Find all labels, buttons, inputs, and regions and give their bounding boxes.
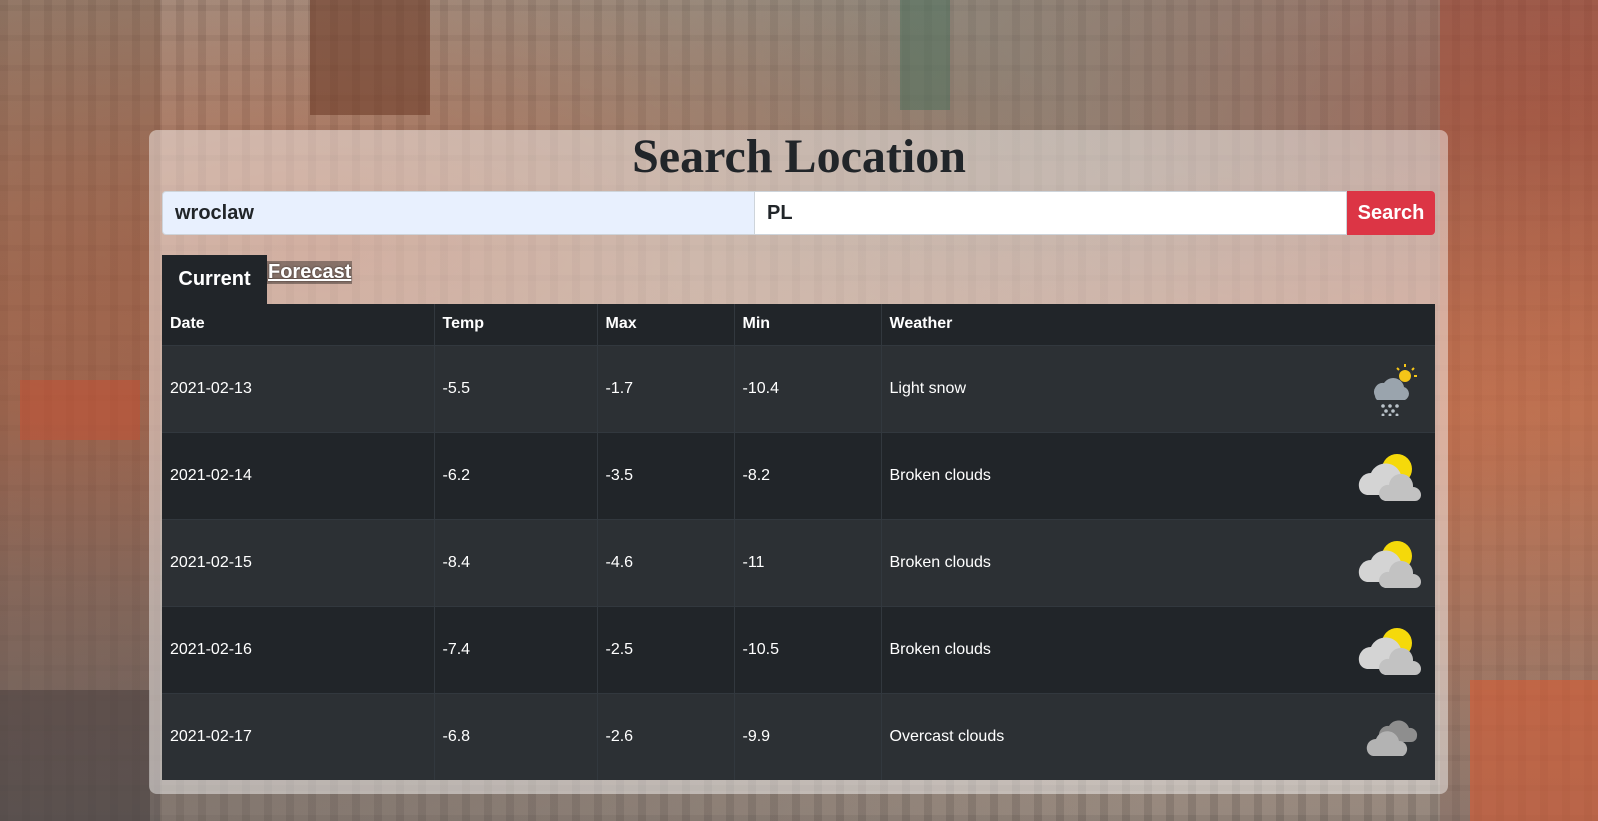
weather-description: Broken clouds <box>889 553 991 571</box>
tab-current[interactable]: Current <box>162 255 267 304</box>
weather-cell: Broken clouds <box>881 518 1435 606</box>
weather-table-container: Date Temp Max Min Weather 2021-02-13 -5.… <box>162 304 1435 780</box>
max-cell: -4.6 <box>597 518 735 606</box>
min-cell: -8.2 <box>734 431 882 519</box>
country-input[interactable] <box>755 191 1347 235</box>
weather-cell: Overcast clouds <box>881 692 1435 780</box>
weather-cell: Broken clouds <box>881 431 1435 519</box>
min-cell: -11 <box>734 518 882 606</box>
table-row: 2021-02-17 -6.8 -2.6 -9.9 Overcast cloud… <box>162 692 1435 780</box>
weather-description: Broken clouds <box>889 640 991 658</box>
city-input[interactable] <box>162 191 755 235</box>
max-cell: -2.6 <box>597 692 735 780</box>
table-row: 2021-02-16 -7.4 -2.5 -10.5 Broken clouds <box>162 605 1435 693</box>
column-header-date: Date <box>162 304 435 345</box>
column-header-min: Min <box>734 304 882 345</box>
max-cell: -1.7 <box>597 344 735 432</box>
date-cell: 2021-02-17 <box>162 692 435 780</box>
column-header-max: Max <box>597 304 735 345</box>
weather-description: Light snow <box>889 379 967 397</box>
temp-cell: -8.4 <box>434 518 598 606</box>
search-form: Search <box>162 191 1435 235</box>
min-cell: -9.9 <box>734 692 882 780</box>
page-title: Search Location <box>632 130 966 183</box>
table-row: 2021-02-13 -5.5 -1.7 -10.4 Light snow <box>162 344 1435 432</box>
temp-cell: -7.4 <box>434 605 598 693</box>
table-header-row: Date Temp Max Min Weather <box>162 304 1435 345</box>
date-cell: 2021-02-13 <box>162 344 435 432</box>
table-row: 2021-02-14 -6.2 -3.5 -8.2 Broken clouds <box>162 431 1435 519</box>
temp-cell: -6.8 <box>434 692 598 780</box>
overcast-clouds-icon <box>1366 720 1418 756</box>
tab-bar: Current Forecast <box>162 255 353 304</box>
min-cell: -10.4 <box>734 344 882 432</box>
weather-table: Date Temp Max Min Weather 2021-02-13 -5.… <box>162 304 1435 780</box>
broken-clouds-icon <box>1358 627 1421 675</box>
tab-forecast[interactable]: Forecast <box>267 261 353 284</box>
date-cell: 2021-02-15 <box>162 518 435 606</box>
weather-cell: Light snow <box>881 344 1435 432</box>
column-header-weather: Weather <box>881 304 1435 345</box>
table-row: 2021-02-15 -8.4 -4.6 -11 Broken clouds <box>162 518 1435 606</box>
broken-clouds-icon <box>1358 453 1421 501</box>
temp-cell: -6.2 <box>434 431 598 519</box>
min-cell: -10.5 <box>734 605 882 693</box>
weather-cell: Broken clouds <box>881 605 1435 693</box>
max-cell: -2.5 <box>597 605 735 693</box>
date-cell: 2021-02-16 <box>162 605 435 693</box>
broken-clouds-icon <box>1358 540 1421 588</box>
temp-cell: -5.5 <box>434 344 598 432</box>
column-header-temp: Temp <box>434 304 598 345</box>
search-button[interactable]: Search <box>1347 191 1435 235</box>
max-cell: -3.5 <box>597 431 735 519</box>
weather-description: Overcast clouds <box>889 727 1005 745</box>
light-snow-icon <box>1374 363 1417 416</box>
weather-description: Broken clouds <box>889 466 991 484</box>
date-cell: 2021-02-14 <box>162 431 435 519</box>
